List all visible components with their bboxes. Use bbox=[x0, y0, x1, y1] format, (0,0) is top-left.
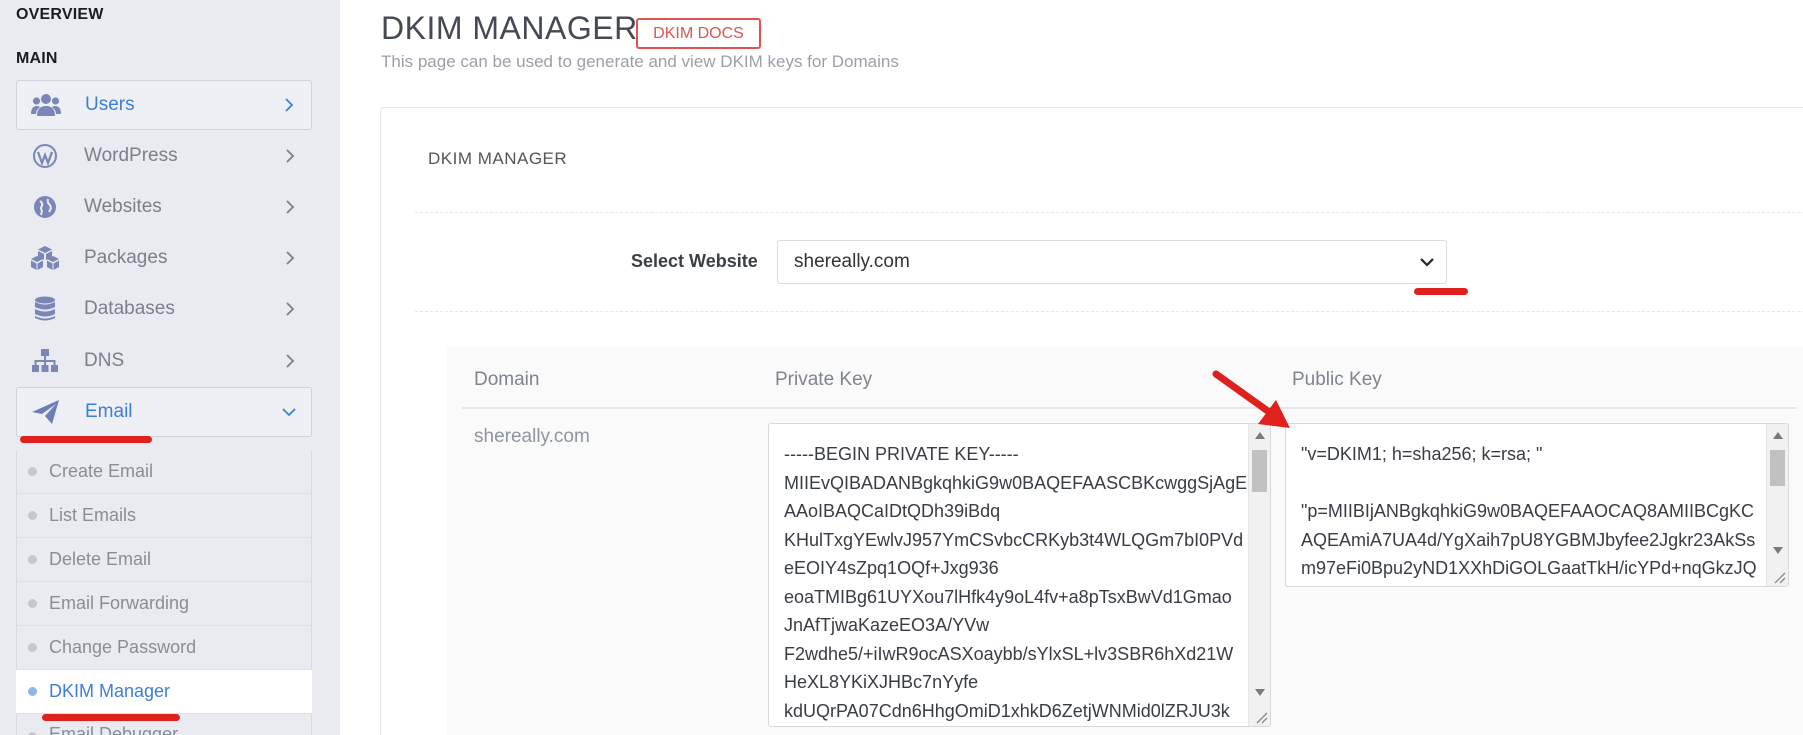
sidebar: OVERVIEW MAIN Users WordPress Websites P… bbox=[0, 0, 340, 735]
chevron-right-icon bbox=[281, 97, 297, 113]
private-key-scrollbar[interactable] bbox=[1248, 424, 1270, 726]
sitemap-icon bbox=[28, 346, 62, 376]
header-divider bbox=[462, 407, 1797, 409]
sidebar-item-label: Users bbox=[85, 94, 135, 115]
annotation-underline-select bbox=[1414, 288, 1468, 295]
chevron-right-icon bbox=[282, 250, 298, 266]
column-header-private-key: Private Key bbox=[775, 369, 873, 390]
users-icon bbox=[29, 90, 63, 120]
public-key-scrollbar[interactable] bbox=[1766, 424, 1788, 586]
divider bbox=[415, 212, 1803, 213]
scroll-down-arrow-icon[interactable] bbox=[1773, 547, 1783, 554]
sidebar-item-users[interactable]: Users bbox=[16, 80, 312, 130]
sub-item-label: Change Password bbox=[49, 637, 197, 657]
divider bbox=[415, 311, 1803, 312]
scroll-down-arrow-icon[interactable] bbox=[1255, 689, 1265, 696]
column-header-public-key: Public Key bbox=[1292, 369, 1382, 390]
page-title: DKIM MANAGER - bbox=[381, 10, 659, 46]
chevron-right-icon bbox=[282, 353, 298, 369]
card-title: DKIM MANAGER bbox=[428, 149, 568, 168]
sidebar-item-email[interactable]: Email bbox=[16, 387, 312, 437]
sidebar-item-databases[interactable]: Databases bbox=[16, 284, 312, 334]
annotation-underline-email bbox=[20, 436, 152, 443]
page-subtitle: This page can be used to generate and vi… bbox=[381, 52, 899, 71]
resize-handle-icon[interactable] bbox=[1772, 570, 1786, 584]
sidebar-item-websites[interactable]: Websites bbox=[16, 182, 312, 232]
sidebar-subitem-email-forwarding[interactable]: Email Forwarding bbox=[16, 582, 312, 626]
public-key-textarea[interactable]: "v=DKIM1; h=sha256; k=rsa; " "p=MIIBIjAN… bbox=[1285, 423, 1789, 587]
bullet-dot-icon bbox=[28, 467, 37, 476]
column-header-domain: Domain bbox=[474, 369, 540, 390]
sidebar-subitem-email-debugger[interactable]: Email Debugger bbox=[16, 714, 312, 735]
scroll-up-arrow-icon[interactable] bbox=[1773, 432, 1783, 439]
chevron-down-icon bbox=[281, 404, 297, 420]
bullet-dot-icon bbox=[28, 643, 37, 652]
sidebar-item-dns[interactable]: DNS bbox=[16, 336, 312, 386]
annotation-arrow-icon bbox=[1212, 370, 1290, 428]
sidebar-item-wordpress[interactable]: WordPress bbox=[16, 131, 312, 181]
sidebar-subitem-delete-email[interactable]: Delete Email bbox=[16, 538, 312, 582]
scroll-thumb[interactable] bbox=[1770, 450, 1785, 486]
resize-handle-icon[interactable] bbox=[1254, 710, 1268, 724]
bullet-dot-icon bbox=[28, 555, 37, 564]
sidebar-subitem-dkim-manager[interactable]: DKIM Manager bbox=[16, 670, 312, 714]
chevron-right-icon bbox=[282, 301, 298, 317]
wordpress-icon bbox=[28, 141, 62, 171]
bullet-dot-icon bbox=[28, 599, 37, 608]
sub-item-label: List Emails bbox=[49, 505, 137, 525]
scroll-thumb[interactable] bbox=[1252, 450, 1267, 492]
sidebar-item-packages[interactable]: Packages bbox=[16, 233, 312, 283]
sidebar-item-label: Packages bbox=[84, 247, 168, 268]
website-select[interactable]: shereally.com bbox=[777, 240, 1447, 284]
bullet-dot-icon bbox=[28, 687, 37, 696]
sidebar-item-label: DNS bbox=[84, 350, 125, 371]
paper-plane-icon bbox=[29, 397, 63, 427]
chevron-right-icon bbox=[282, 199, 298, 215]
sidebar-subitem-create-email[interactable]: Create Email bbox=[16, 450, 312, 494]
row-domain-cell: shereally.com bbox=[474, 426, 590, 447]
sub-item-label: DKIM Manager bbox=[49, 681, 171, 701]
private-key-textarea[interactable]: -----BEGIN PRIVATE KEY----- MIIEvQIBADAN… bbox=[768, 423, 1271, 727]
globe-icon bbox=[28, 192, 62, 222]
sub-item-label: Create Email bbox=[49, 461, 154, 481]
bullet-dot-icon bbox=[28, 511, 37, 520]
private-key-text: -----BEGIN PRIVATE KEY----- MIIEvQIBADAN… bbox=[784, 444, 1248, 721]
sidebar-item-label: WordPress bbox=[84, 145, 178, 166]
sub-item-label: Email Forwarding bbox=[49, 593, 190, 613]
chevron-right-icon bbox=[282, 148, 298, 164]
sub-item-label: Delete Email bbox=[49, 549, 152, 569]
select-website-label: Select Website bbox=[631, 251, 758, 271]
overview-heading: OVERVIEW bbox=[16, 6, 104, 23]
sidebar-item-label: Websites bbox=[84, 196, 162, 217]
sub-item-label: Email Debugger bbox=[49, 724, 179, 735]
cubes-icon bbox=[28, 243, 62, 273]
sidebar-subitem-list-emails[interactable]: List Emails bbox=[16, 494, 312, 538]
public-key-text: "v=DKIM1; h=sha256; k=rsa; " "p=MIIBIjAN… bbox=[1301, 444, 1757, 578]
website-select-value: shereally.com bbox=[794, 251, 910, 272]
database-icon bbox=[28, 294, 62, 324]
chevron-down-icon bbox=[1420, 251, 1434, 273]
sidebar-item-label: Email bbox=[85, 401, 133, 422]
sidebar-subitem-change-password[interactable]: Change Password bbox=[16, 626, 312, 670]
dkim-docs-button[interactable]: DKIM DOCS bbox=[636, 18, 761, 49]
sidebar-item-label: Databases bbox=[84, 298, 175, 319]
main-heading: MAIN bbox=[16, 50, 58, 67]
